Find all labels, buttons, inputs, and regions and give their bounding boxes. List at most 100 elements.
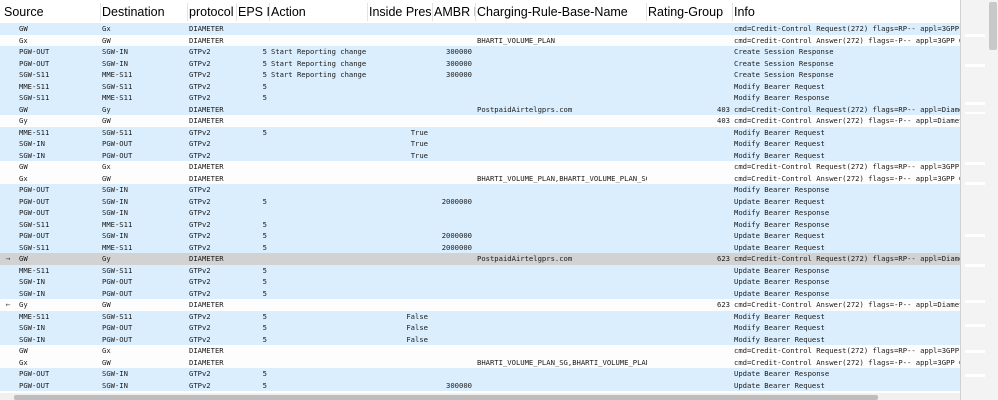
packet-row[interactable]: PGW-OUT SGW-IN GTPv2 5 300000 Update Bearer R… xyxy=(0,379,960,391)
cell-source: PGW-OUT xyxy=(19,369,50,378)
cell-ambr: 300000 xyxy=(446,380,472,390)
cell-destination: PGW-OUT xyxy=(102,334,133,344)
packet-row[interactable]: SGW-S11 MME-S11 GTPv2 5 Start Reporting chan… xyxy=(0,69,960,81)
packet-list-vertical-scrollbar[interactable] xyxy=(960,0,998,400)
packet-row[interactable]: SGW-S11 MME-S11 GTPv2 5 Modify Bearer Respon… xyxy=(0,92,960,104)
column-header-info[interactable]: Info xyxy=(730,0,958,24)
cell-crbn: BHARTI_VOLUME_PLAN,BHARTI_VOLUME_PLAN_SG xyxy=(477,173,647,183)
cell-crbn: BHARTI_VOLUME_PLAN_SG,BHARTI_VOLUME_PLAN xyxy=(477,357,647,367)
packet-row[interactable]: ← Gy GW DIAMETER 623 cmd=Credit-Control Answe… xyxy=(0,299,960,311)
cell-eps: 5 xyxy=(262,219,267,229)
cell-info: cmd=Credit-Control Answer(272) flags=-P-… xyxy=(734,173,960,183)
packet-row[interactable]: MME-S11 SGW-S11 GTPv2 5 True Modify Bearer Re… xyxy=(0,126,960,138)
cell-source: SGW-S11 xyxy=(19,93,50,102)
packet-row[interactable]: MME-S11 SGW-S11 GTPv2 5 Modify Bearer Reques… xyxy=(0,80,960,92)
cell-source: PGW-OUT xyxy=(19,47,50,56)
packet-row[interactable]: Gy GW DIAMETER 403 cmd=Credit-Control Answer… xyxy=(0,115,960,127)
packet-row[interactable]: SGW-IN PGW-OUT GTPv2 5 Update Bearer Respons… xyxy=(0,276,960,288)
packet-row[interactable]: GW Gx DIAMETER cmd=Credit-Control Request(2… xyxy=(0,23,960,35)
packet-row[interactable]: SGW-IN PGW-OUT GTPv2 True Modify Bearer Requ… xyxy=(0,149,960,162)
packet-row[interactable]: PGW-OUT SGW-IN GTPv2 5 Update Bearer Respons… xyxy=(0,368,960,380)
column-separator[interactable] xyxy=(475,3,476,21)
cell-eps: 5 xyxy=(262,70,267,79)
cell-inside: True xyxy=(410,127,428,137)
packet-row[interactable]: SGW-IN PGW-OUT GTPv2 True Modify Bearer Requ… xyxy=(0,138,960,150)
horizontal-scrollbar[interactable] xyxy=(0,393,960,400)
packet-row[interactable]: Gx GW DIAMETER BHARTI_VOLUME_PLAN cmd=Credit… xyxy=(0,34,960,46)
packet-row[interactable]: MME-S11 SGW-S11 GTPv2 5 False Modify Bearer R… xyxy=(0,310,960,322)
related-packet-marker xyxy=(0,150,16,162)
minimap-mark xyxy=(965,350,985,353)
packet-row[interactable]: Gx GW DIAMETER BHARTI_VOLUME_PLAN_SG,BHARTI… xyxy=(0,356,960,368)
cell-source: GW xyxy=(19,24,28,33)
packet-row[interactable]: PGW-OUT SGW-IN GTPv2 Modify Bearer Response xyxy=(0,207,960,219)
column-separator[interactable] xyxy=(269,3,270,21)
column-header-eps[interactable]: EPS I xyxy=(234,0,269,24)
packet-row[interactable]: PGW-OUT SGW-IN GTPv2 5 Start Reporting chang… xyxy=(0,57,960,69)
column-header-inside[interactable]: Inside Pres xyxy=(365,0,432,24)
packet-row[interactable]: MME-S11 SGW-S11 GTPv2 5 Update Bearer Respon… xyxy=(0,264,960,276)
cell-eps: 5 xyxy=(262,196,267,206)
column-header-rg[interactable]: Rating-Group xyxy=(644,0,732,24)
minimap-mark xyxy=(965,234,985,237)
cell-protocol: GTPv2 xyxy=(189,185,211,194)
packet-row[interactable]: → GW Gy DIAMETER PostpaidAirtelgprs.com 623 cm… xyxy=(0,253,960,265)
cell-destination: Gx xyxy=(102,24,111,33)
related-packet-marker xyxy=(0,276,16,288)
cell-source: SGW-IN xyxy=(19,150,45,160)
cell-protocol: GTPv2 xyxy=(189,81,211,91)
packet-row[interactable]: PGW-OUT SGW-IN GTPv2 5 2000000 Update Bearer … xyxy=(0,230,960,242)
column-separator[interactable] xyxy=(100,3,101,21)
packet-row[interactable]: SGW-IN PGW-OUT GTPv2 5 False Modify Bearer Re… xyxy=(0,333,960,345)
cell-protocol: GTPv2 xyxy=(189,380,211,390)
cell-info: Create Session Response xyxy=(734,70,834,79)
column-header-protocol[interactable]: protocol xyxy=(185,0,236,24)
packet-row[interactable]: GW Gx DIAMETER cmd=Credit-Control Request(2… xyxy=(0,161,960,173)
column-separator[interactable] xyxy=(646,3,647,21)
cell-eps: 5 xyxy=(262,380,267,390)
cell-eps: 5 xyxy=(262,58,267,68)
cell-destination: SGW-IN xyxy=(102,47,128,56)
cell-eps: 5 xyxy=(262,288,267,298)
packet-row[interactable]: SGW-S11 MME-S11 GTPv2 5 Modify Bearer Respon… xyxy=(0,218,960,230)
cell-protocol: GTPv2 xyxy=(189,323,211,332)
cell-info: Update Bearer Request xyxy=(734,242,825,252)
column-header-ambr[interactable]: AMBR I xyxy=(430,0,475,24)
minimap-mark xyxy=(965,264,985,267)
cell-info: Modify Bearer Response xyxy=(734,219,830,229)
related-packet-marker xyxy=(0,345,16,357)
packet-row[interactable]: PGW-OUT SGW-IN GTPv2 5 Start Reporting chang… xyxy=(0,46,960,58)
cell-info: Modify Bearer Request xyxy=(734,81,825,91)
cell-eps: 5 xyxy=(262,81,267,91)
cell-eps: 5 xyxy=(262,47,267,56)
cell-inside: False xyxy=(406,311,428,321)
packet-row[interactable]: SGW-IN PGW-OUT GTPv2 5 False Modify Bearer Re… xyxy=(0,322,960,334)
column-separator[interactable] xyxy=(187,3,188,21)
column-header-action[interactable]: Action xyxy=(267,0,367,24)
packet-row[interactable]: GW Gx DIAMETER cmd=Credit-Control Request(2… xyxy=(0,345,960,357)
packet-row[interactable]: Gx GW DIAMETER BHARTI_VOLUME_PLAN,BHARTI_VO… xyxy=(0,172,960,184)
column-separator[interactable] xyxy=(732,3,733,21)
column-separator[interactable] xyxy=(236,3,237,21)
column-header-crbn[interactable]: Charging-Rule-Base-Name xyxy=(473,0,646,24)
column-header-source[interactable]: Source xyxy=(0,0,100,24)
cell-ambr: 2000000 xyxy=(441,231,472,240)
packet-row[interactable]: GW Gy DIAMETER PostpaidAirtelgprs.com 403 cmd… xyxy=(0,103,960,115)
column-separator[interactable] xyxy=(432,3,433,21)
column-header-destination[interactable]: Destination xyxy=(98,0,187,24)
minimap-mark xyxy=(965,374,985,377)
cell-source: MME-S11 xyxy=(19,127,50,137)
vertical-scroll-thumb[interactable] xyxy=(989,2,997,50)
cell-source: SGW-S11 xyxy=(19,70,50,79)
minimap-mark xyxy=(965,162,985,165)
packet-row[interactable]: SGW-S11 MME-S11 GTPv2 5 2000000 Update Bearer… xyxy=(0,241,960,253)
packet-row[interactable]: SGW-IN PGW-OUT GTPv2 5 Update Bearer Respons… xyxy=(0,287,960,299)
horizontal-scroll-thumb[interactable] xyxy=(14,395,878,400)
packet-row[interactable]: PGW-OUT SGW-IN GTPv2 Modify Bearer Response xyxy=(0,184,960,196)
column-separator[interactable] xyxy=(367,3,368,21)
cell-source: PGW-OUT xyxy=(19,196,50,206)
related-packet-marker xyxy=(0,230,16,242)
packet-row[interactable]: PGW-OUT SGW-IN GTPv2 5 2000000 Update Bearer … xyxy=(0,195,960,207)
cell-destination: SGW-S11 xyxy=(102,265,133,275)
cell-protocol: GTPv2 xyxy=(189,288,211,298)
